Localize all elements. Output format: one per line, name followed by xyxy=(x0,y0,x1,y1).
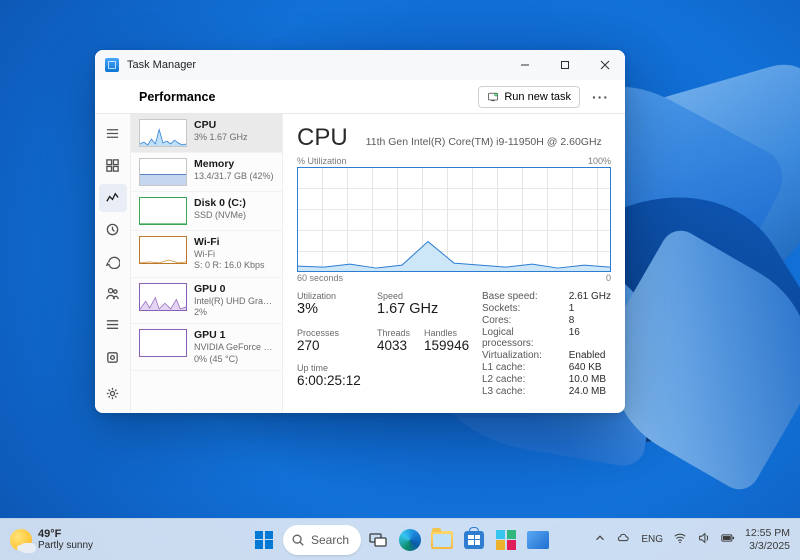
taskbar-app-edge[interactable] xyxy=(395,525,425,555)
tray-language[interactable]: ENG xyxy=(641,534,663,545)
tray-volume-icon[interactable] xyxy=(697,531,711,548)
nav-users[interactable] xyxy=(99,279,127,307)
tray-chevron-icon[interactable] xyxy=(593,531,607,548)
cpu-model: 11th Gen Intel(R) Core(TM) i9-11950H @ 2… xyxy=(366,136,602,148)
stat-processes: 270 xyxy=(297,338,367,353)
stat-speed: 1.67 GHz xyxy=(377,301,472,317)
run-new-task-button[interactable]: Run new task xyxy=(478,86,580,108)
nav-services[interactable] xyxy=(99,343,127,371)
cpu-thumb xyxy=(139,119,187,147)
nav-processes[interactable] xyxy=(99,152,127,180)
tray-battery-icon[interactable] xyxy=(721,531,735,548)
taskbar-app-store[interactable] xyxy=(459,525,489,555)
nav-rail xyxy=(95,114,131,413)
task-manager-icon xyxy=(105,58,119,72)
disk-thumb xyxy=(139,197,187,225)
taskbar-app-pinned1[interactable] xyxy=(491,525,521,555)
weather-widget[interactable]: 49°FPartly sunny xyxy=(10,528,93,551)
nav-settings[interactable] xyxy=(99,379,127,407)
toolbar: Performance Run new task ··· xyxy=(95,80,625,114)
stat-handles: 159946 xyxy=(424,338,469,353)
sidebar-item-cpu[interactable]: CPU3% 1.67 GHz xyxy=(131,114,282,153)
stats-grid: Utilization 3% Speed 1.67 GHz Base speed… xyxy=(297,291,611,397)
weather-icon xyxy=(10,529,32,551)
sidebar-item-memory[interactable]: Memory13.4/31.7 GB (42%) xyxy=(131,153,282,192)
more-options-button[interactable]: ··· xyxy=(586,85,615,109)
stat-threads: 4033 xyxy=(377,338,410,353)
nav-startup[interactable] xyxy=(99,248,127,276)
gpu1-thumb xyxy=(139,329,187,357)
nav-details[interactable] xyxy=(99,311,127,339)
start-button[interactable] xyxy=(247,523,281,557)
taskbar-app-pinned2[interactable] xyxy=(523,525,553,555)
window-title: Task Manager xyxy=(127,59,196,71)
wifi-thumb xyxy=(139,236,187,264)
run-task-icon xyxy=(487,91,499,103)
task-manager-window: Task Manager Performance Run new task ··… xyxy=(95,50,625,413)
sidebar-item-gpu1[interactable]: GPU 1NVIDIA GeForce RTX 300% (45 °C) xyxy=(131,324,282,371)
resource-title: CPU xyxy=(297,124,348,152)
nav-performance[interactable] xyxy=(99,184,127,212)
sidebar-item-gpu0[interactable]: GPU 0Intel(R) UHD Graphics2% xyxy=(131,278,282,325)
sidebar-item-wifi[interactable]: Wi-FiWi-FiS: 0 R: 16.0 Kbps xyxy=(131,231,282,278)
tray-onedrive-icon[interactable] xyxy=(617,531,631,548)
search-icon xyxy=(291,533,305,547)
sidebar-item-disk[interactable]: Disk 0 (C:)SSD (NVMe) xyxy=(131,192,282,231)
nav-app-history[interactable] xyxy=(99,216,127,244)
hamburger-button[interactable] xyxy=(99,120,127,148)
tray-clock[interactable]: 12:55 PM3/3/2025 xyxy=(745,527,790,551)
gpu0-thumb xyxy=(139,283,187,311)
close-button[interactable] xyxy=(585,50,625,80)
search-input[interactable]: Search xyxy=(283,525,361,555)
titlebar[interactable]: Task Manager xyxy=(95,50,625,80)
stat-utilization: 3% xyxy=(297,301,367,317)
cpu-utilization-graph xyxy=(297,167,611,272)
taskbar-app-taskview[interactable] xyxy=(363,525,393,555)
resource-sidebar: CPU3% 1.67 GHz Memory13.4/31.7 GB (42%) … xyxy=(131,114,283,413)
maximize-button[interactable] xyxy=(545,50,585,80)
taskbar: 49°FPartly sunny Search ENG 12:55 PM3/3/… xyxy=(0,518,800,560)
page-title: Performance xyxy=(139,90,215,104)
memory-thumb xyxy=(139,158,187,186)
system-tray: ENG 12:55 PM3/3/2025 xyxy=(593,527,790,551)
taskbar-app-explorer[interactable] xyxy=(427,525,457,555)
window-controls xyxy=(505,50,625,80)
tray-wifi-icon[interactable] xyxy=(673,531,687,548)
main-panel: CPU 11th Gen Intel(R) Core(TM) i9-11950H… xyxy=(283,114,625,413)
stat-uptime: 6:00:25:12 xyxy=(297,373,472,388)
minimize-button[interactable] xyxy=(505,50,545,80)
